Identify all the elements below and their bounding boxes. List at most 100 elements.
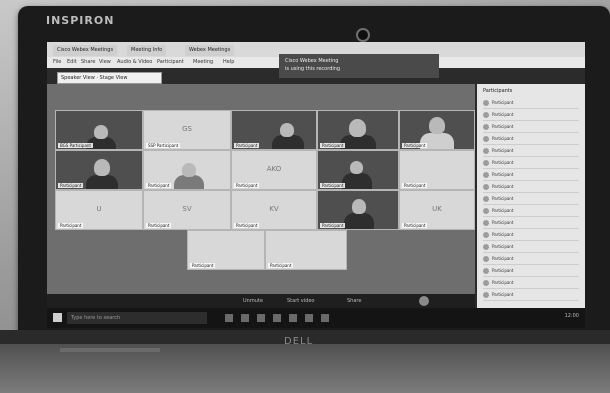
- list-item[interactable]: Participant: [483, 206, 579, 217]
- notification-title: Cisco Webex Meeting: [285, 58, 339, 64]
- menu-edit[interactable]: Edit: [67, 57, 77, 68]
- video-tile[interactable]: GS SSP Participant: [143, 110, 231, 150]
- participant-figure: [86, 175, 118, 189]
- list-item[interactable]: Participant: [483, 230, 579, 241]
- task-view-icon[interactable]: [225, 314, 233, 322]
- participant-head: [94, 125, 108, 139]
- mail-icon[interactable]: [289, 314, 297, 322]
- menu-participant[interactable]: Participant: [157, 57, 184, 68]
- participant-name: Participant: [58, 183, 84, 188]
- participant-head: [350, 161, 363, 174]
- windows-start-icon[interactable]: [53, 313, 62, 322]
- store-icon[interactable]: [273, 314, 281, 322]
- participant-name: Participant: [320, 183, 346, 188]
- laptop-brand-label: INSPIRON: [46, 14, 115, 27]
- avatar: [483, 244, 489, 250]
- list-item[interactable]: Participant: [483, 242, 579, 253]
- list-item-label: Participant: [492, 196, 514, 201]
- video-tile[interactable]: Participant: [399, 150, 475, 190]
- taskbar-search-input[interactable]: Type here to search: [67, 312, 207, 324]
- video-tile[interactable]: AKO Participant: [231, 150, 317, 190]
- video-tile[interactable]: UK Participant: [399, 190, 475, 230]
- list-item[interactable]: Participant: [483, 254, 579, 265]
- menu-help[interactable]: Help: [223, 57, 234, 68]
- list-item[interactable]: Participant: [483, 194, 579, 205]
- start-video-button[interactable]: Start video: [287, 296, 314, 306]
- list-item-label: Participant: [492, 244, 514, 249]
- participant-name: Participant: [146, 223, 172, 228]
- participant-head: [182, 163, 196, 177]
- participant-name: Participant: [190, 263, 216, 268]
- video-tile[interactable]: Participant: [399, 110, 475, 150]
- participant-initials: GS: [182, 125, 192, 134]
- menu-share[interactable]: Share: [81, 57, 95, 68]
- menu-audio-video[interactable]: Audio & Video: [117, 57, 152, 68]
- video-tile[interactable]: Participant: [317, 110, 399, 150]
- avatar: [483, 148, 489, 154]
- menu-view[interactable]: View: [99, 57, 111, 68]
- list-item[interactable]: Participant: [483, 158, 579, 169]
- participant-initials: SV: [182, 205, 192, 214]
- tab-meeting-info[interactable]: Meeting Info: [127, 45, 167, 56]
- list-item-label: Participant: [492, 160, 514, 165]
- list-item[interactable]: Participant: [483, 278, 579, 289]
- chrome-icon[interactable]: [321, 314, 329, 322]
- participant-head: [429, 117, 445, 134]
- share-button[interactable]: Share: [347, 296, 361, 306]
- participant-name: Participant: [402, 183, 428, 188]
- video-tile[interactable]: BGS Participant: [55, 110, 143, 150]
- list-item[interactable]: Participant: [483, 266, 579, 277]
- video-tile[interactable]: Participant: [317, 190, 399, 230]
- participant-name: SSP Participant: [146, 143, 181, 148]
- list-item[interactable]: Participant: [483, 146, 579, 157]
- webex-app-icon[interactable]: [305, 314, 313, 322]
- list-item-label: Participant: [492, 136, 514, 141]
- video-tile[interactable]: U Participant: [55, 190, 143, 230]
- participant-name: Participant: [320, 143, 346, 148]
- video-tile[interactable]: Participant: [265, 230, 347, 270]
- notification-toast[interactable]: Cisco Webex Meeting is using this record…: [279, 54, 439, 78]
- participant-figure: [344, 213, 374, 229]
- avatar: [483, 160, 489, 166]
- list-item[interactable]: Participant: [483, 134, 579, 145]
- end-call-icon[interactable]: [419, 296, 429, 306]
- participant-name: BGS Participant: [58, 143, 93, 148]
- list-item-label: Participant: [492, 256, 514, 261]
- menu-meeting[interactable]: Meeting: [193, 57, 213, 68]
- video-tile[interactable]: Participant: [231, 110, 317, 150]
- participant-name: Participant: [146, 183, 172, 188]
- video-tile[interactable]: Participant: [187, 230, 265, 270]
- list-item[interactable]: Participant: [483, 170, 579, 181]
- list-item[interactable]: Participant: [483, 218, 579, 229]
- browser-icon[interactable]: [241, 314, 249, 322]
- layout-selector[interactable]: Speaker View · Stage View: [57, 72, 162, 84]
- participant-initials: KV: [269, 205, 279, 214]
- video-tile[interactable]: KV Participant: [231, 190, 317, 230]
- avatar: [483, 208, 489, 214]
- video-tile[interactable]: Participant: [317, 150, 399, 190]
- menu-file[interactable]: File: [53, 57, 61, 68]
- list-item[interactable]: Participant: [483, 98, 579, 109]
- video-tile[interactable]: SV Participant: [143, 190, 231, 230]
- tab-webex-meetings[interactable]: Webex Meetings: [185, 45, 235, 56]
- file-explorer-icon[interactable]: [257, 314, 265, 322]
- video-tile[interactable]: Participant: [55, 150, 143, 190]
- tab-webex[interactable]: Cisco Webex Meetings: [53, 45, 118, 56]
- video-tile[interactable]: Participant: [143, 150, 231, 190]
- participant-name: Participant: [268, 263, 294, 268]
- list-item[interactable]: Participant: [483, 182, 579, 193]
- status-light-strip: [60, 348, 160, 352]
- participant-name: Participant: [234, 183, 260, 188]
- participant-name: Participant: [320, 223, 346, 228]
- avatar: [483, 184, 489, 190]
- list-item[interactable]: Participant: [483, 290, 579, 301]
- list-item[interactable]: Participant: [483, 122, 579, 133]
- mute-button[interactable]: Unmute: [243, 296, 263, 306]
- list-item-label: Participant: [492, 100, 514, 105]
- webcam-icon: [356, 28, 370, 42]
- participant-name: Participant: [234, 223, 260, 228]
- list-item[interactable]: Participant: [483, 110, 579, 121]
- list-item-label: Participant: [492, 220, 514, 225]
- list-item-label: Participant: [492, 292, 514, 297]
- avatar: [483, 172, 489, 178]
